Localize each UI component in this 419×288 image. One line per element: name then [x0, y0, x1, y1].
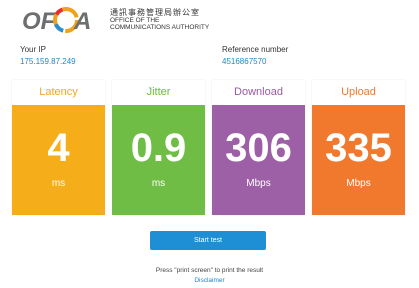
organisation-name: 通訊事務管理局辦公室 OFFICE OF THE COMMUNICATIONS … [110, 8, 209, 31]
download-card: Download 306 Mbps [212, 80, 305, 215]
latency-card: Latency 4 ms [12, 80, 105, 215]
jitter-panel: 0.9 ms [112, 105, 205, 215]
ofca-logo: OF A [22, 7, 91, 35]
svg-text:OF: OF [22, 8, 57, 35]
print-instruction: Press "print screen" to print the result [155, 267, 264, 274]
header: OF A 通訊事務管理局辦公室 OFFICE OF THE COMMUNICAT… [22, 4, 282, 36]
download-unit: Mbps [246, 178, 271, 189]
reference-label: Reference number [222, 45, 289, 54]
jitter-value: 0.9 [130, 126, 187, 170]
ip-label: Your IP [20, 45, 46, 54]
reference-value: 4516867570 [222, 57, 267, 66]
reference-info: Reference number 4516867570 [222, 45, 288, 67]
latency-panel: 4 ms [12, 105, 105, 215]
org-name-chinese: 通訊事務管理局辦公室 [110, 8, 200, 17]
upload-title: Upload [312, 80, 405, 105]
latency-unit: ms [51, 178, 66, 189]
jitter-unit: ms [151, 178, 166, 189]
org-name-english-line2: COMMUNICATIONS AUTHORITY [110, 24, 210, 31]
start-test-button[interactable]: Start test [150, 231, 266, 250]
upload-value: 335 [325, 126, 392, 170]
download-title: Download [212, 80, 305, 105]
svg-text:A: A [73, 8, 91, 35]
download-value: 306 [225, 126, 292, 170]
latency-value: 4 [47, 126, 70, 170]
result-cards: Latency 4 ms Jitter 0.9 ms Download 306 … [10, 80, 406, 215]
disclaimer-link[interactable]: Disclaimer [0, 277, 419, 285]
upload-unit: Mbps [346, 178, 371, 189]
jitter-title: Jitter [112, 80, 205, 105]
org-name-english-line1: OFFICE OF THE [110, 17, 160, 24]
upload-panel: 335 Mbps [312, 105, 405, 215]
upload-card: Upload 335 Mbps [312, 80, 405, 215]
ip-info: Your IP 175.159.87.249 [20, 45, 76, 67]
ip-value: 175.159.87.249 [20, 57, 76, 66]
download-panel: 306 Mbps [212, 105, 305, 215]
latency-title: Latency [12, 80, 105, 105]
jitter-card: Jitter 0.9 ms [112, 80, 205, 215]
